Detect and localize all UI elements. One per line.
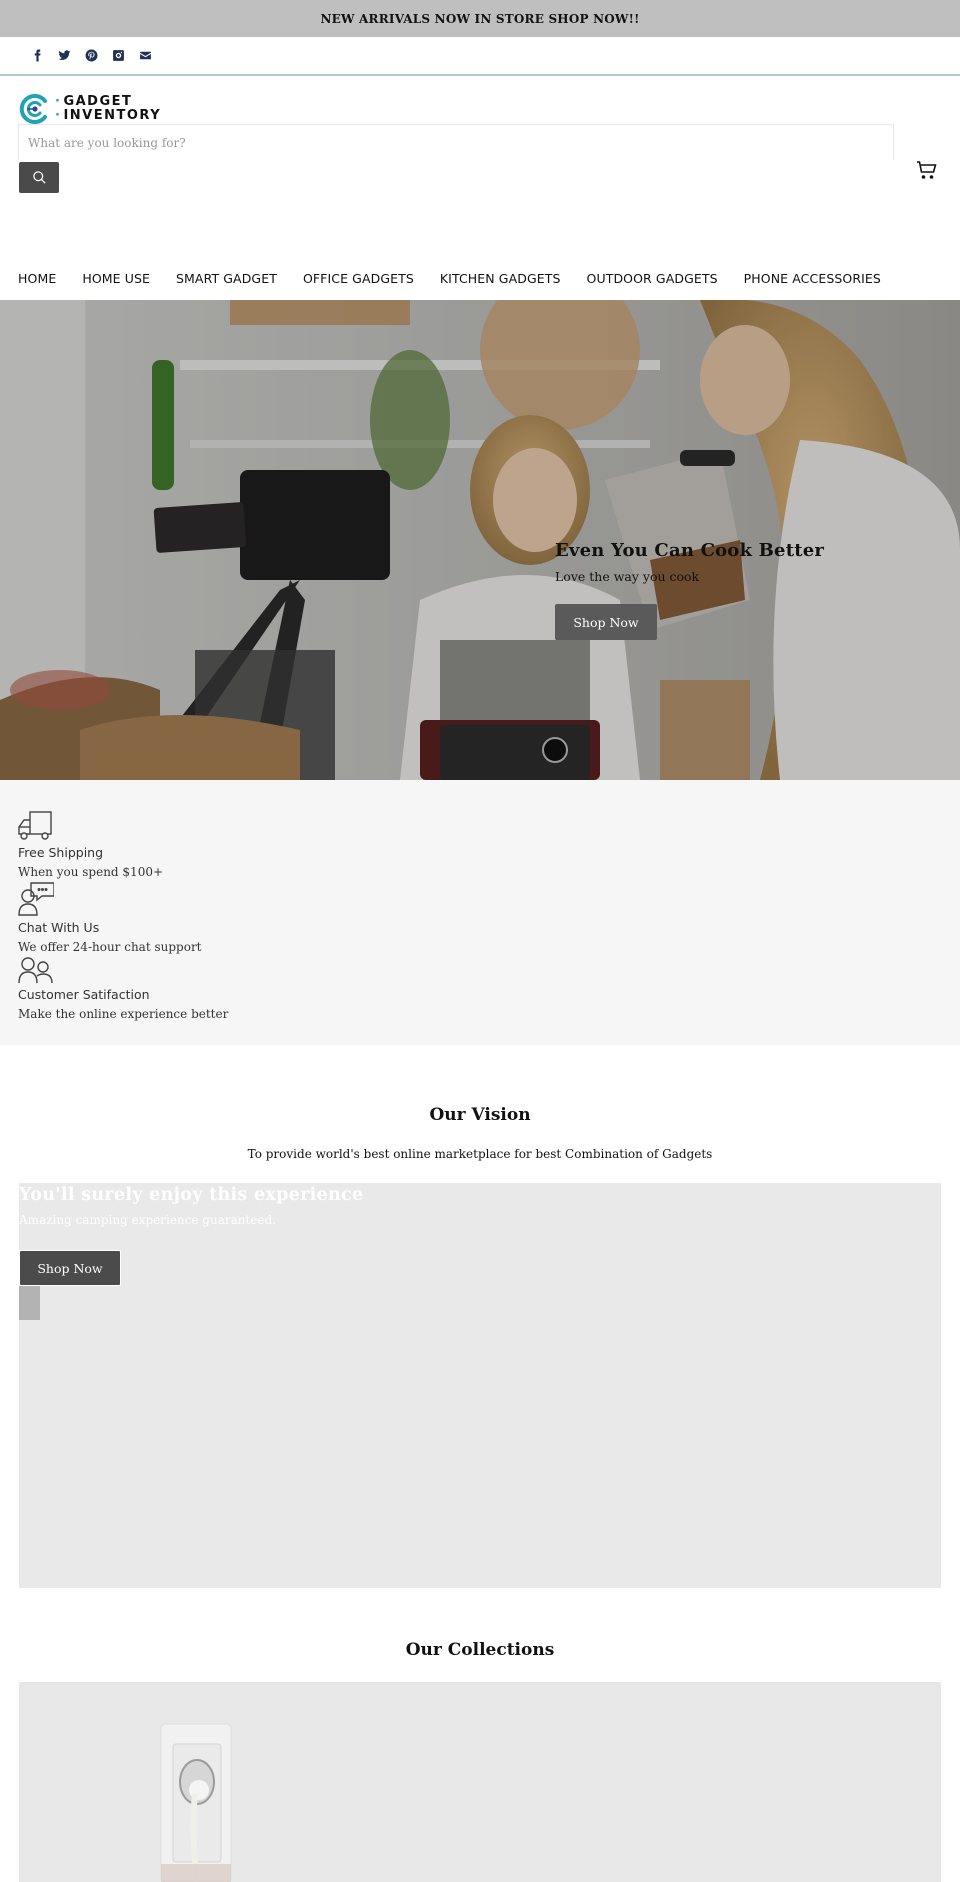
feature-customer-satisfaction: Customer Satifaction Make the online exp…	[18, 956, 942, 1021]
feature-subtitle: Make the online experience better	[18, 1007, 229, 1021]
site-logo[interactable]: GADGET INVENTORY	[19, 93, 161, 125]
announcement-text: NEW ARRIVALS NOW IN STORE SHOP NOW!!	[320, 11, 640, 26]
feature-chat: Chat With Us We offer 24-hour chat suppo…	[18, 881, 942, 954]
logo-line-2: INVENTORY	[55, 109, 161, 123]
vision-title: Our Vision	[429, 1105, 531, 1125]
feature-title: Customer Satifaction	[18, 987, 150, 1002]
instagram-link[interactable]	[105, 46, 132, 66]
facebook-icon	[34, 49, 41, 62]
features-section: Free Shipping When you spend $100+ Chat …	[0, 780, 960, 1045]
collection-card[interactable]	[19, 1682, 941, 1882]
hero-title: Even You Can Cook Better	[555, 540, 825, 561]
feature-subtitle: We offer 24-hour chat support	[18, 940, 202, 954]
search-input[interactable]	[18, 124, 894, 160]
chat-support-icon	[18, 882, 54, 916]
main-nav: HOME HOME USE SMART GADGET OFFICE GADGET…	[0, 257, 960, 300]
twitter-icon	[58, 50, 71, 60]
announcement-bar[interactable]: NEW ARRIVALS NOW IN STORE SHOP NOW!!	[0, 0, 960, 37]
twitter-link[interactable]	[51, 46, 78, 66]
nav-item-office-gadgets[interactable]: OFFICE GADGETS	[303, 271, 414, 286]
pinterest-icon	[85, 49, 98, 62]
social-links	[0, 37, 960, 76]
email-icon	[140, 51, 151, 60]
promo-banner: You'll surely enjoy this experience Amaz…	[19, 1183, 941, 1588]
users-icon	[18, 957, 53, 984]
logo-mark-icon	[19, 94, 47, 124]
collections-section: Our Collections	[0, 1588, 960, 1660]
hero-content: Even You Can Cook Better Love the way yo…	[555, 540, 824, 640]
vision-section: Our Vision To provide world's best onlin…	[0, 1045, 960, 1161]
feature-title: Chat With Us	[18, 920, 100, 935]
cart-button[interactable]	[915, 159, 939, 183]
hero-subtitle: Love the way you cook	[555, 569, 700, 584]
nav-item-home[interactable]: HOME	[18, 271, 56, 286]
logo-text: GADGET INVENTORY	[55, 95, 161, 123]
search-button[interactable]	[19, 162, 59, 193]
hero-banner: Even You Can Cook Better Love the way yo…	[0, 300, 960, 780]
vision-text: To provide world's best online marketpla…	[247, 1147, 713, 1161]
collection-image	[19, 1682, 941, 1882]
promo-subtitle: Amazing camping experience guaranteed.	[19, 1213, 276, 1227]
cart-icon	[917, 161, 937, 179]
feature-free-shipping: Free Shipping When you spend $100+	[18, 810, 942, 879]
logo-line-1: GADGET	[55, 95, 161, 109]
facebook-link[interactable]	[24, 46, 51, 66]
instagram-icon	[113, 50, 124, 61]
slide-indicator[interactable]	[19, 1286, 40, 1320]
nav-item-smart-gadget[interactable]: SMART GADGET	[176, 271, 277, 286]
promo-shop-now-button[interactable]: Shop Now	[19, 1250, 121, 1286]
email-link[interactable]	[132, 46, 159, 66]
feature-title: Free Shipping	[18, 845, 104, 860]
nav-item-outdoor-gadgets[interactable]: OUTDOOR GADGETS	[587, 271, 718, 286]
promo-title: You'll surely enjoy this experience	[19, 1185, 364, 1205]
feature-subtitle: When you spend $100+	[18, 865, 164, 879]
nav-item-home-use[interactable]: HOME USE	[82, 271, 150, 286]
truck-icon	[18, 811, 52, 840]
hero-shop-now-button[interactable]: Shop Now	[555, 604, 657, 640]
site-header: GADGET INVENTORY	[0, 76, 960, 257]
search-icon	[32, 171, 46, 184]
collections-title: Our Collections	[405, 1640, 555, 1660]
nav-item-phone-accessories[interactable]: PHONE ACCESSORIES	[744, 271, 881, 286]
nav-item-kitchen-gadgets[interactable]: KITCHEN GADGETS	[440, 271, 561, 286]
pinterest-link[interactable]	[78, 46, 105, 66]
